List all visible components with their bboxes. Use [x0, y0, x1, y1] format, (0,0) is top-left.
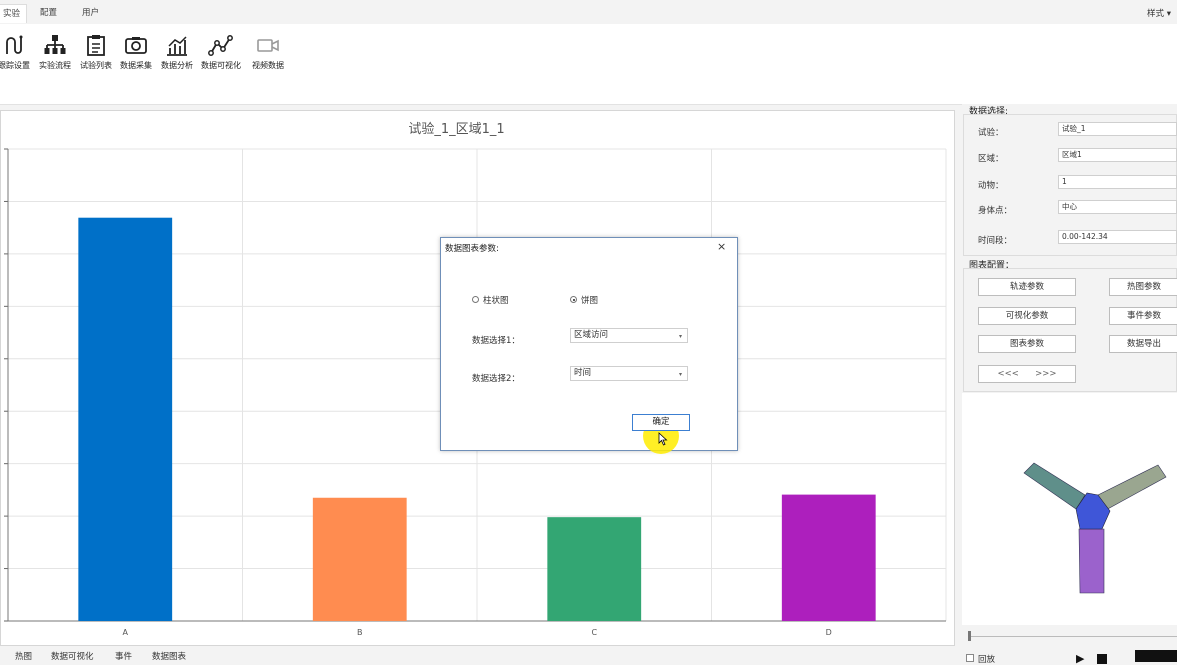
event-params-button[interactable]: 事件参数 [1109, 307, 1177, 325]
period-field[interactable]: 0.00-142.34 [1058, 230, 1177, 244]
data-select-2-dropdown[interactable]: 时间 ▾ [570, 366, 688, 381]
ribbon-label: 数据可视化 [201, 61, 241, 70]
pie-chart-radio[interactable] [570, 296, 577, 303]
x-tick-label: B [357, 628, 363, 637]
dialog-title: 数据图表参数: [445, 244, 499, 254]
zone-field[interactable]: 区域1 [1058, 148, 1177, 162]
ribbon-label: 数据分析 [161, 61, 193, 70]
play-icon[interactable]: ▶ [1076, 652, 1084, 665]
chevron-down-icon: ▾ [678, 371, 682, 378]
visualization-params-button[interactable]: 可视化参数 [978, 307, 1076, 325]
replay-checkbox[interactable] [966, 654, 974, 662]
ribbon-label: 视频数据 [252, 61, 284, 70]
chart-title: 试验_1_区域1_1 [408, 122, 505, 137]
zone-label: 区域： [978, 154, 1004, 164]
data-visualization-button[interactable]: 数据可视化 [201, 30, 241, 80]
x-tick-label: D [826, 628, 832, 637]
animal-field[interactable]: 1 [1058, 175, 1177, 189]
maze-preview [962, 393, 1177, 625]
ribbon-label: 实验流程 [39, 61, 71, 70]
video-camera-icon [257, 39, 279, 52]
timeline-track[interactable] [968, 636, 1177, 637]
style-menu[interactable]: 样式 ▾ [1147, 7, 1171, 19]
bodypoint-label: 身体点： [978, 206, 1013, 216]
bar-c [547, 517, 642, 621]
bar-chart-radio[interactable] [472, 296, 479, 303]
close-icon[interactable]: × [717, 240, 726, 253]
ribbon-label: 跟踪设置 [0, 61, 30, 70]
tab-data-visualization[interactable]: 数据可视化 [51, 650, 94, 662]
video-data-button[interactable]: 视频数据 [248, 30, 288, 80]
tab-user[interactable]: 用户 [76, 4, 105, 22]
tracking-icon [6, 35, 23, 54]
style-label: 样式 [1147, 9, 1165, 19]
data-capture-button[interactable]: 数据采集 [116, 30, 156, 80]
clipboard-icon [87, 35, 105, 56]
data-select-2-value: 时间 [574, 368, 592, 378]
heatmap-params-button[interactable]: 热图参数 [1109, 278, 1177, 296]
bar-d [781, 494, 876, 621]
tab-data-chart[interactable]: 数据图表 [152, 650, 186, 662]
replay-label: 回放 [978, 655, 996, 665]
top-tab-bar [0, 0, 1177, 24]
time-display [1135, 650, 1177, 662]
bodypoint-field[interactable]: 中心 [1058, 200, 1177, 214]
chevron-down-icon: ▾ [678, 333, 682, 340]
stop-icon[interactable] [1097, 654, 1107, 664]
tracking-settings-button[interactable]: 跟踪设置 [0, 30, 34, 80]
experiment-flow-button[interactable]: 实验流程 [35, 30, 75, 80]
line-graph-icon [208, 35, 233, 56]
data-export-button[interactable]: 数据导出 [1109, 335, 1177, 353]
ribbon-label: 数据采集 [120, 61, 152, 70]
chart-params-button[interactable]: 图表参数 [978, 335, 1076, 353]
ribbon: 跟踪设置 实验流程 试验列表 数据采集 数据分析 数据可视化 视频数据 [0, 24, 1177, 105]
data-select-2-label: 数据选择2： [472, 374, 520, 384]
ribbon-label: 试验列表 [80, 61, 112, 70]
data-analysis-button[interactable]: 数据分析 [157, 30, 197, 80]
ok-button[interactable]: 确定 [632, 414, 690, 431]
mouse-cursor-icon [658, 432, 668, 446]
trial-label: 试验： [978, 128, 1004, 138]
camera-icon [125, 37, 147, 54]
animal-label: 动物： [978, 181, 1004, 191]
tab-config[interactable]: 配置 [34, 4, 63, 22]
pie-chart-label: 饼图 [581, 296, 599, 306]
track-params-button[interactable]: 轨迹参数 [978, 278, 1076, 296]
bar-b [312, 497, 407, 621]
trial-field[interactable]: 试验_1 [1058, 122, 1177, 136]
tab-events[interactable]: 事件 [115, 650, 132, 662]
data-select-1-value: 区域访问 [574, 330, 609, 340]
page-nav-button[interactable]: <<< >>> [978, 365, 1076, 383]
timeline-handle[interactable] [968, 631, 971, 641]
data-select-1-label: 数据选择1： [472, 336, 520, 346]
bar-chart-label: 柱状图 [483, 296, 509, 306]
analysis-chart-icon [167, 36, 187, 56]
period-label: 时间段： [978, 236, 1013, 246]
bar-a [78, 217, 173, 622]
x-tick-label: A [123, 628, 129, 637]
trial-list-button[interactable]: 试验列表 [76, 30, 116, 80]
hierarchy-icon [44, 35, 66, 54]
y-maze-image [1023, 462, 1167, 594]
data-select-1-dropdown[interactable]: 区域访问 ▾ [570, 328, 688, 343]
tab-heatmap[interactable]: 热图 [15, 650, 32, 662]
x-tick-label: C [591, 628, 597, 637]
tab-experiment[interactable]: 实验 [0, 4, 28, 23]
